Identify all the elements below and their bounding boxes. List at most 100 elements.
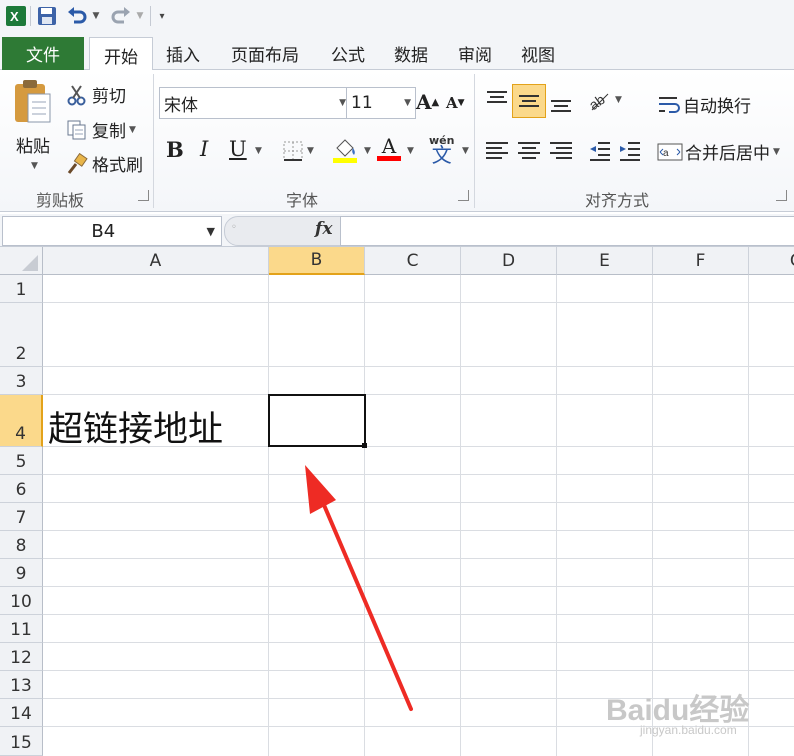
formula-input[interactable] xyxy=(340,216,794,246)
wrap-text-button[interactable]: 自动换行 xyxy=(657,92,751,117)
paste-dropdown-icon[interactable]: ▼ xyxy=(31,161,38,171)
format-painter-label: 格式刷 xyxy=(92,156,143,176)
tab-file[interactable]: 文件 xyxy=(2,37,84,70)
select-all-corner[interactable] xyxy=(0,247,43,275)
borders-button[interactable]: ▼ xyxy=(282,140,314,162)
row-header-13[interactable]: 13 xyxy=(0,671,43,699)
phonetic-button[interactable]: wén 文 xyxy=(429,134,454,167)
row-header-2[interactable]: 2 xyxy=(0,303,43,367)
column-header-d[interactable]: D xyxy=(461,247,557,275)
italic-button[interactable]: I xyxy=(200,137,208,161)
clipboard-launcher-icon[interactable] xyxy=(138,190,149,201)
row-header-5[interactable]: 5 xyxy=(0,447,43,475)
expand-handle-icon[interactable]: ◦ xyxy=(231,222,237,233)
alignment-launcher-icon[interactable] xyxy=(776,190,787,201)
row-header-3[interactable]: 3 xyxy=(0,367,43,395)
align-top-icon xyxy=(487,91,507,103)
underline-dropdown-icon[interactable]: ▼ xyxy=(252,146,262,156)
grow-font-icon[interactable]: A ▲ xyxy=(416,90,439,114)
copy-dropdown-icon[interactable]: ▼ xyxy=(129,125,136,135)
excel-icon[interactable]: X xyxy=(4,5,28,27)
format-painter-button[interactable]: 格式刷 xyxy=(66,151,143,176)
align-center-button[interactable] xyxy=(516,140,542,162)
font-size-value: 11 xyxy=(351,93,373,113)
undo-icon[interactable] xyxy=(64,5,90,27)
undo-dropdown-icon[interactable]: ▼ xyxy=(91,5,101,27)
merge-center-button[interactable]: a 合并后居中 ▼ xyxy=(657,139,780,164)
row-header-1[interactable]: 1 xyxy=(0,275,43,303)
font-name-combo[interactable]: 宋体 ▼ xyxy=(159,87,351,119)
paintbrush-icon xyxy=(66,152,88,175)
merge-center-label: 合并后居中 xyxy=(685,144,770,164)
tab-page-layout[interactable]: 页面布局 xyxy=(219,37,311,70)
row-header-11[interactable]: 11 xyxy=(0,615,43,643)
column-header-g[interactable]: G xyxy=(749,247,794,275)
save-icon[interactable] xyxy=(35,5,59,27)
row-header-4[interactable]: 4 xyxy=(0,395,43,447)
redo-icon[interactable] xyxy=(108,5,134,27)
column-header-b[interactable]: B xyxy=(269,247,365,275)
orientation-button[interactable]: ab ▼ xyxy=(586,88,622,112)
row-header-9[interactable]: 9 xyxy=(0,559,43,587)
font-launcher-icon[interactable] xyxy=(458,190,469,201)
font-size-dropdown-icon[interactable]: ▼ xyxy=(404,98,411,108)
cut-button[interactable]: 剪切 xyxy=(66,82,126,107)
name-box-dropdown-icon[interactable]: ▼ xyxy=(207,225,215,238)
text-orientation-icon: ab xyxy=(586,91,609,112)
fill-handle[interactable] xyxy=(362,443,367,448)
formula-bar: B4 ▼ ◦ fx xyxy=(0,214,794,247)
font-size-combo[interactable]: 11 ▼ xyxy=(346,87,416,119)
align-center-icon xyxy=(518,142,540,159)
phonetic-char-icon: 文 xyxy=(431,143,452,167)
align-top-button[interactable] xyxy=(484,88,510,110)
column-header-f[interactable]: F xyxy=(653,247,749,275)
scissors-icon xyxy=(66,84,88,106)
worksheet-grid[interactable]: A B C D E F G 1 2 3 4 5 6 7 8 9 10 11 12… xyxy=(0,247,794,756)
bold-button[interactable]: B xyxy=(166,137,184,162)
shrink-font-icon[interactable]: A ▼ xyxy=(446,94,465,112)
tab-review[interactable]: 审阅 xyxy=(449,37,501,70)
quick-access-toolbar: X ▼ ▼ ▾ xyxy=(0,0,794,34)
font-color-button[interactable]: A xyxy=(377,136,401,161)
font-color-dropdown-icon[interactable]: ▼ xyxy=(404,146,414,156)
cell-a4[interactable]: 超链接地址 xyxy=(48,401,223,452)
fill-color-dropdown-icon[interactable]: ▼ xyxy=(361,146,371,156)
fill-color-button[interactable] xyxy=(333,138,357,163)
increase-indent-icon xyxy=(620,142,640,161)
align-right-button[interactable] xyxy=(548,140,574,162)
active-cell-b4[interactable] xyxy=(268,394,366,447)
column-header-a[interactable]: A xyxy=(43,247,269,275)
paste-button[interactable]: 粘贴 ▼ xyxy=(8,78,58,178)
row-header-12[interactable]: 12 xyxy=(0,643,43,671)
row-header-7[interactable]: 7 xyxy=(0,503,43,531)
merge-center-dropdown-icon[interactable]: ▼ xyxy=(773,147,780,157)
insert-function-button[interactable]: fx xyxy=(315,219,332,239)
align-middle-button[interactable] xyxy=(512,84,546,118)
tab-view[interactable]: 视图 xyxy=(512,37,564,70)
tab-insert[interactable]: 插入 xyxy=(157,37,209,70)
paste-icon xyxy=(15,80,51,123)
phonetic-dropdown-icon[interactable]: ▼ xyxy=(459,146,469,156)
row-header-10[interactable]: 10 xyxy=(0,587,43,615)
row-header-14[interactable]: 14 xyxy=(0,699,43,727)
column-header-e[interactable]: E xyxy=(557,247,653,275)
tab-home[interactable]: 开始 xyxy=(89,37,153,73)
align-bottom-icon xyxy=(551,100,571,112)
customize-icon[interactable]: ▾ xyxy=(155,5,169,27)
align-bottom-button[interactable] xyxy=(548,92,574,114)
underline-button[interactable]: U xyxy=(229,137,247,161)
increase-indent-button[interactable] xyxy=(618,140,642,162)
row-header-15[interactable]: 15 xyxy=(0,727,43,756)
tab-data[interactable]: 数据 xyxy=(385,37,437,70)
tab-formulas[interactable]: 公式 xyxy=(322,37,374,70)
name-box[interactable]: B4 ▼ xyxy=(2,216,222,246)
wrap-text-label: 自动换行 xyxy=(683,97,751,117)
column-header-c[interactable]: C xyxy=(365,247,461,275)
align-middle-icon xyxy=(519,95,539,107)
font-name-dropdown-icon[interactable]: ▼ xyxy=(339,98,346,108)
decrease-indent-button[interactable] xyxy=(588,140,612,162)
copy-button[interactable]: 复制 ▼ xyxy=(66,117,136,142)
row-header-8[interactable]: 8 xyxy=(0,531,43,559)
align-left-button[interactable] xyxy=(484,140,510,162)
row-header-6[interactable]: 6 xyxy=(0,475,43,503)
